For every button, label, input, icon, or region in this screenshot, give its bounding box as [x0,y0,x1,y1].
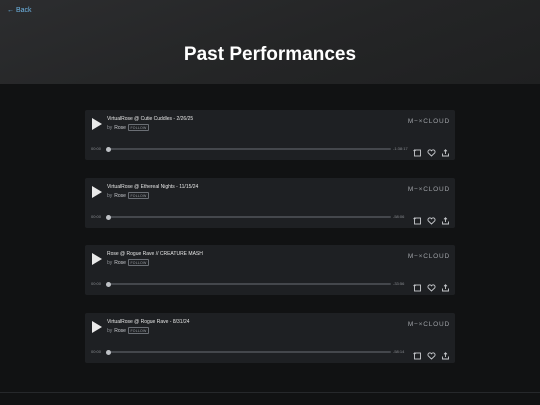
track-title[interactable]: VirtualRose @ Ethereal Nights - 11/15/24 [107,184,198,190]
by-label: by [107,327,113,334]
artist-link[interactable]: Rose [114,260,126,266]
by-label: by [107,259,113,266]
repost-icon [413,217,421,225]
follow-button[interactable]: FOLLOW [127,327,149,334]
heart-icon [427,149,436,157]
follow-button[interactable]: FOLLOW [127,259,149,266]
progress-bar[interactable] [106,349,391,355]
share-button[interactable] [441,347,450,360]
follow-button[interactable]: FOLLOW [127,124,149,131]
artist-line: by Rose FOLLOW [107,327,149,334]
time-remaining: -58:06 [393,214,405,219]
artist-line: by Rose FOLLOW [107,259,149,266]
artist-line: by Rose FOLLOW [107,124,149,131]
time-elapsed: 00:00 [91,281,102,286]
mixcloud-logo[interactable]: M−×CLOUD [408,253,450,260]
progress-knob[interactable] [106,214,111,220]
share-icon [442,217,449,225]
share-icon [442,352,449,360]
repost-button[interactable] [413,279,422,292]
time-remaining: -33:56 [393,281,405,286]
follow-button[interactable]: FOLLOW [127,192,149,199]
time-elapsed: 00:00 [91,146,102,151]
time-remaining: -1:38:17 [393,146,408,151]
like-button[interactable] [427,347,436,360]
heart-icon [427,217,436,225]
play-icon [92,186,102,198]
track-title[interactable]: VirtualRose @ Rogue Rave - 8/31/24 [107,319,190,325]
artist-link[interactable]: Rose [114,125,126,131]
play-button[interactable] [91,117,103,131]
mixcloud-logo[interactable]: M−×CLOUD [408,118,450,125]
progress-knob[interactable] [106,281,111,287]
artist-link[interactable]: Rose [114,328,126,334]
progress-bar[interactable] [106,146,391,152]
page-title: Past Performances [183,44,357,65]
play-button[interactable] [91,185,103,199]
share-button[interactable] [441,212,450,225]
share-button[interactable] [441,279,450,292]
mixcloud-player: VirtualRose @ Cutie Cuddles - 2/26/25 by… [85,110,455,160]
repost-icon [413,284,421,292]
progress-bar[interactable] [106,281,391,287]
like-button[interactable] [427,144,436,157]
by-label: by [107,192,113,199]
repost-icon [413,149,421,157]
share-button[interactable] [441,144,450,157]
progress-knob[interactable] [106,349,111,355]
mixcloud-player: Rose @ Rogue Rave // CREATURE MASH by Ro… [85,245,455,295]
play-icon [92,253,102,265]
play-button[interactable] [91,252,103,266]
time-elapsed: 00:00 [91,349,102,354]
mixcloud-logo[interactable]: M−×CLOUD [408,321,450,328]
artist-link[interactable]: Rose [114,193,126,199]
repost-button[interactable] [413,144,422,157]
share-icon [442,149,449,157]
heart-icon [427,352,436,360]
play-icon [92,321,102,333]
repost-icon [413,352,421,360]
repost-button[interactable] [413,347,422,360]
mixcloud-player: VirtualRose @ Rogue Rave - 8/31/24 by Ro… [85,313,455,363]
time-remaining: -58:14 [393,349,405,354]
repost-button[interactable] [413,212,422,225]
back-link[interactable]: ← Back [7,7,32,14]
share-icon [442,284,449,292]
play-button[interactable] [91,320,103,334]
footer-divider [0,392,540,393]
play-icon [92,118,102,130]
track-title[interactable]: Rose @ Rogue Rave // CREATURE MASH [107,251,203,257]
like-button[interactable] [427,279,436,292]
heart-icon [427,284,436,292]
mixcloud-player: VirtualRose @ Ethereal Nights - 11/15/24… [85,178,455,228]
progress-knob[interactable] [106,146,111,152]
like-button[interactable] [427,212,436,225]
track-title[interactable]: VirtualRose @ Cutie Cuddles - 2/26/25 [107,116,193,122]
page-header: ← Back Past Performances [0,0,540,84]
time-elapsed: 00:00 [91,214,102,219]
artist-line: by Rose FOLLOW [107,192,149,199]
mixcloud-logo[interactable]: M−×CLOUD [408,186,450,193]
progress-bar[interactable] [106,214,391,220]
by-label: by [107,124,113,131]
